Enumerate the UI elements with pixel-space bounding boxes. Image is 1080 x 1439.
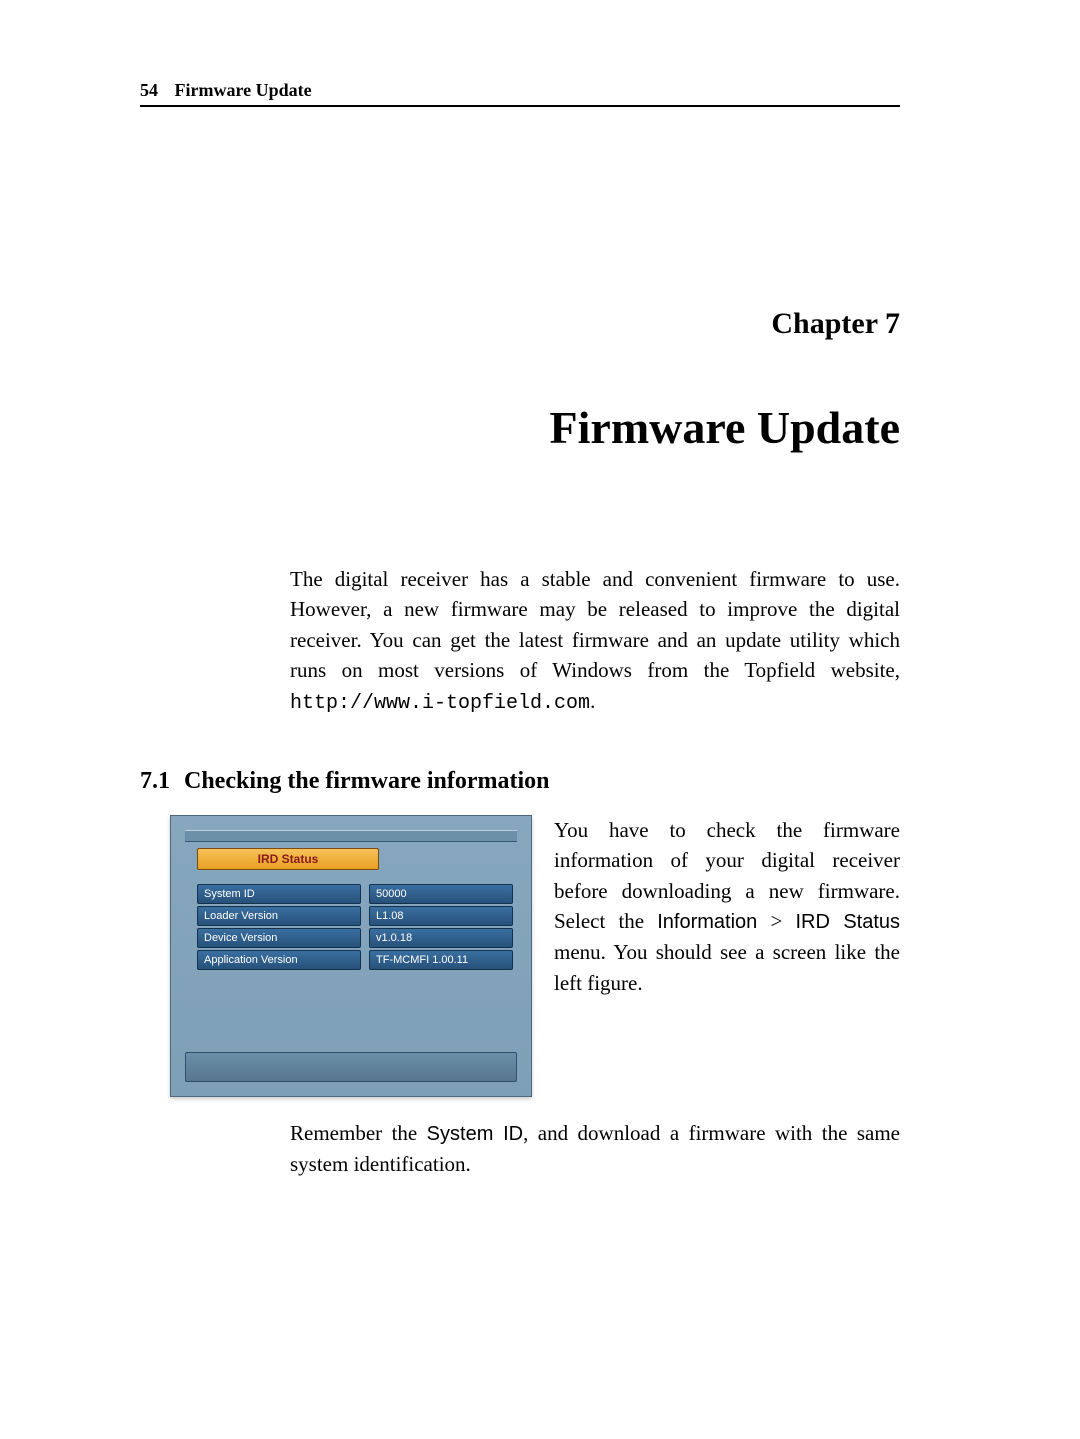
screenshot-bottom-bar xyxy=(185,1052,517,1082)
closing-a: Remember the xyxy=(290,1121,427,1145)
menu-path-part: Information xyxy=(657,911,757,933)
table-row: Loader Version L1.08 xyxy=(197,906,513,926)
side-paragraph: You have to check the firmware informati… xyxy=(554,815,900,1097)
running-header: 54 Firmware Update xyxy=(140,80,900,107)
ird-status-screenshot: IRD Status System ID 50000 Loader Versio… xyxy=(170,815,532,1097)
menu-path-part: IRD Status xyxy=(795,911,900,933)
system-id-term: System ID xyxy=(427,1123,523,1145)
field-label: System ID xyxy=(197,884,361,904)
manual-page: 54 Firmware Update Chapter 7 Firmware Up… xyxy=(0,0,1080,1439)
screenshot-title-tab: IRD Status xyxy=(197,848,379,870)
field-label: Loader Version xyxy=(197,906,361,926)
page-number: 54 xyxy=(140,80,158,100)
table-row: Application Version TF-MCMFI 1.00.11 xyxy=(197,950,513,970)
field-value: TF-MCMFI 1.00.11 xyxy=(369,950,513,970)
running-title: Firmware Update xyxy=(175,80,312,100)
menu-separator: > xyxy=(757,909,795,933)
field-value: 50000 xyxy=(369,884,513,904)
field-value: L1.08 xyxy=(369,906,513,926)
website-link[interactable]: http://www.i-topfield.com xyxy=(290,692,590,715)
field-label: Application Version xyxy=(197,950,361,970)
table-row: Device Version v1.0.18 xyxy=(197,928,513,948)
figure-row: IRD Status System ID 50000 Loader Versio… xyxy=(170,815,900,1097)
closing-paragraph: Remember the System ID, and download a f… xyxy=(290,1118,900,1179)
chapter-title: Firmware Update xyxy=(140,401,900,454)
section-heading: 7.1 Checking the firmware information xyxy=(140,768,900,795)
intro-text-end: . xyxy=(590,689,595,713)
section-title: Checking the firmware information xyxy=(184,768,550,794)
section-number: 7.1 xyxy=(140,768,170,794)
field-value: v1.0.18 xyxy=(369,928,513,948)
screenshot-fields: System ID 50000 Loader Version L1.08 Dev… xyxy=(197,884,513,972)
screenshot-topbar xyxy=(185,830,517,842)
field-label: Device Version xyxy=(197,928,361,948)
side-text-end: menu. You should see a screen like the l… xyxy=(554,940,900,994)
intro-paragraph: The digital receiver has a stable and co… xyxy=(290,564,900,718)
chapter-label: Chapter 7 xyxy=(140,307,900,341)
intro-text: The digital receiver has a stable and co… xyxy=(290,567,900,682)
table-row: System ID 50000 xyxy=(197,884,513,904)
